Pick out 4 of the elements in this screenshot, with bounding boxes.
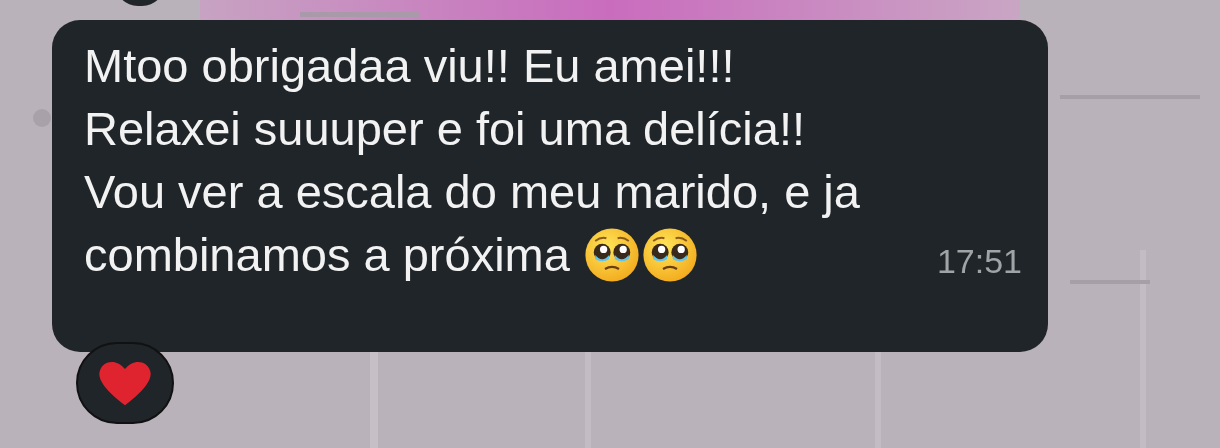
message-text: combinamos a próxima bbox=[84, 227, 570, 283]
pleading-face-icon bbox=[583, 226, 640, 283]
pleading-face-icon bbox=[641, 226, 698, 283]
message-time: 17:51 bbox=[936, 242, 1022, 281]
